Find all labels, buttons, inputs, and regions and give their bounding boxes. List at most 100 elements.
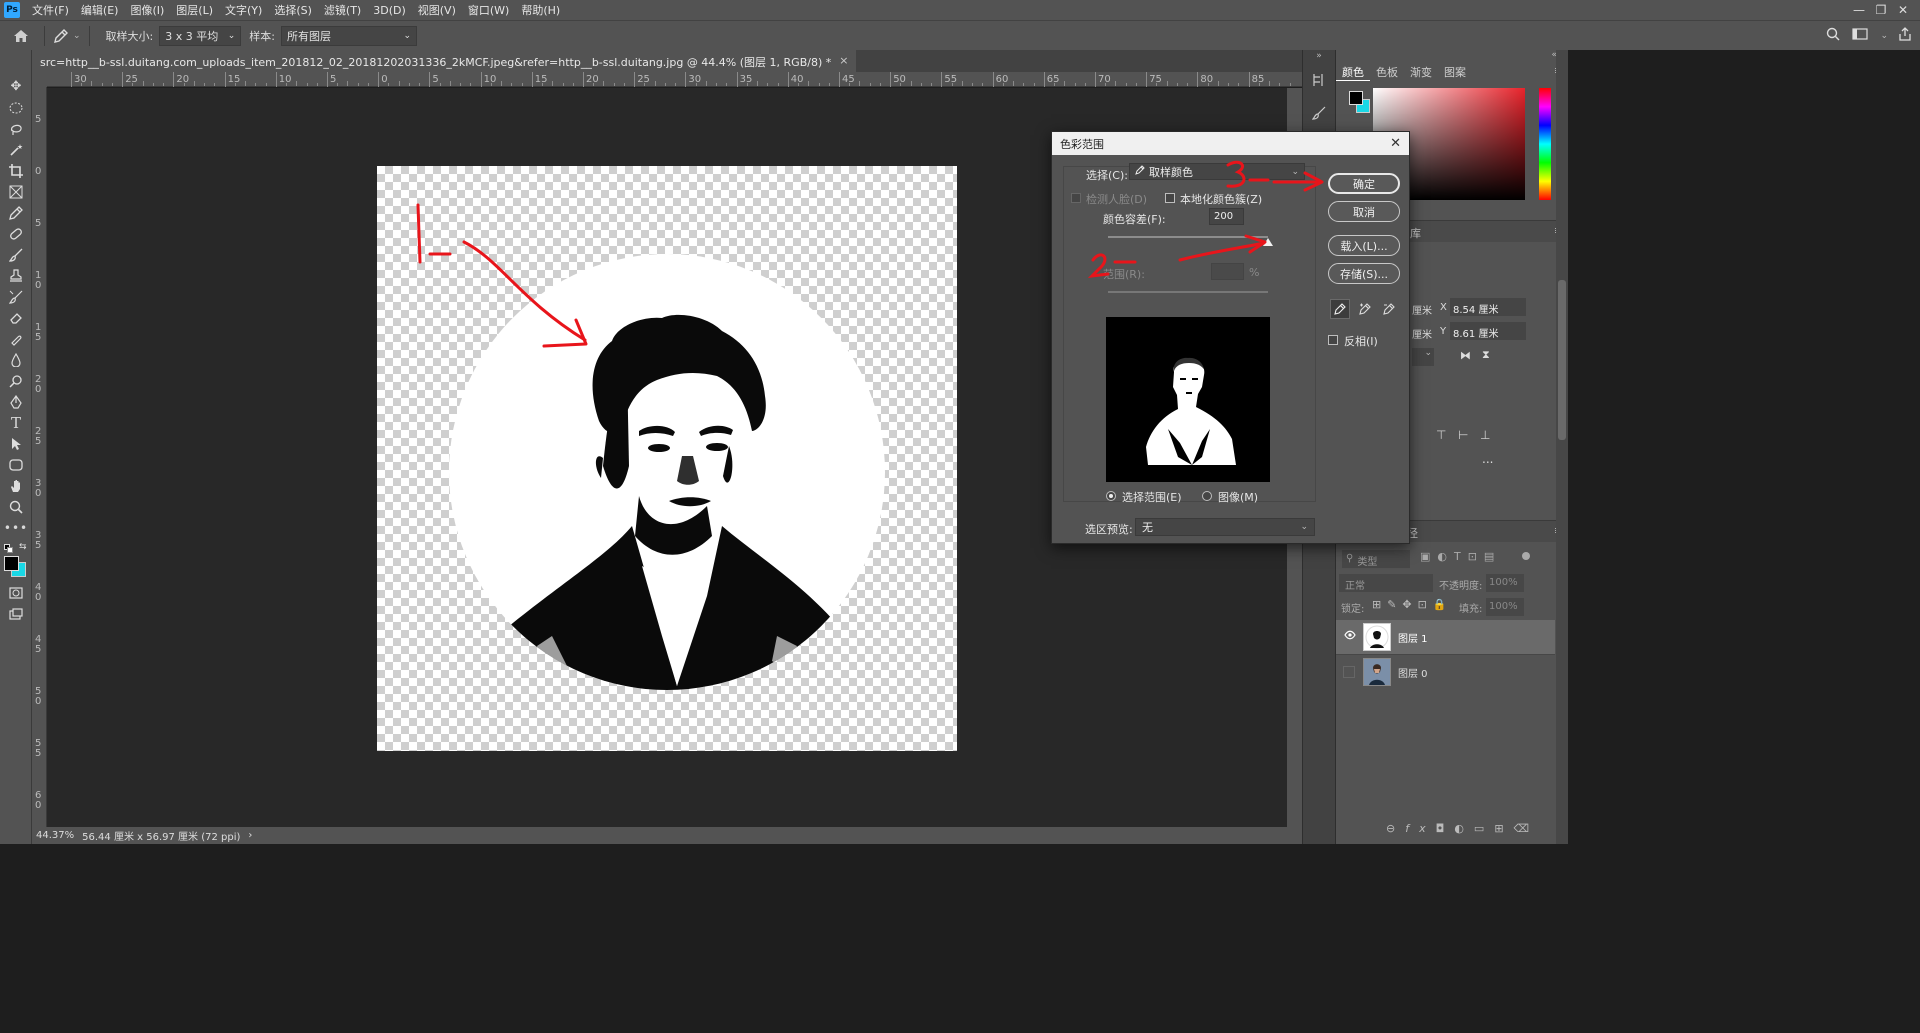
invert-checkbox[interactable]	[1328, 335, 1338, 345]
panels-scrollbar[interactable]	[1556, 50, 1568, 844]
quick-mask-icon[interactable]	[0, 582, 32, 603]
more-tools-icon[interactable]: •••	[0, 517, 32, 538]
tab-patterns[interactable]: 图案	[1438, 64, 1472, 80]
type-tool-icon[interactable]: T	[0, 412, 32, 433]
fuzziness-slider-track[interactable]	[1108, 236, 1268, 238]
radio-image-label[interactable]: 图像(M)	[1218, 489, 1258, 505]
visibility-toggle[interactable]	[1343, 666, 1355, 678]
zoom-level[interactable]: 44.37%	[36, 830, 74, 841]
menu-window[interactable]: 窗口(W)	[462, 2, 515, 18]
new-layer-icon[interactable]: ⊞	[1494, 822, 1513, 835]
search-icon[interactable]	[1826, 27, 1840, 44]
collapse-arrows-icon[interactable]: »	[1303, 51, 1335, 61]
layer-name[interactable]: 图层 0	[1398, 665, 1428, 680]
flip-horizontal-icon[interactable]: ⧓	[1460, 349, 1471, 362]
zoom-tool-icon[interactable]	[0, 496, 32, 517]
tab-color[interactable]: 颜色	[1336, 64, 1370, 81]
vertical-ruler[interactable]: 5 0 5 1 0 1 5 2 0 2 5 3 0 3 5 4 0 4 5 5 0 5 5 6 0	[32, 87, 47, 827]
opacity-field[interactable]: 100%	[1486, 574, 1524, 592]
sample-select[interactable]: 所有图层 ⌄	[280, 25, 417, 46]
blend-mode-select[interactable]: 正常	[1339, 574, 1433, 592]
minimize-button[interactable]: —	[1848, 3, 1870, 17]
crop-tool-icon[interactable]	[0, 160, 32, 181]
hue-slider[interactable]	[1539, 88, 1551, 200]
eyedropper-tool-icon[interactable]: ⌄	[53, 28, 81, 44]
layer-row[interactable]: 图层 0	[1336, 654, 1555, 688]
close-icon[interactable]: ✕	[1390, 136, 1401, 151]
healing-brush-tool-icon[interactable]	[0, 223, 32, 244]
brush-tool-icon[interactable]	[0, 244, 32, 265]
fill-field[interactable]: 100%	[1486, 598, 1524, 616]
radio-selection[interactable]	[1106, 491, 1116, 501]
menu-file[interactable]: 文件(F)	[26, 2, 75, 18]
workspace-icon[interactable]	[1852, 28, 1869, 43]
libraries-tab-fragment[interactable]: 库	[1410, 225, 1421, 241]
y-field[interactable]: 8.61 厘米	[1450, 322, 1526, 340]
save-button[interactable]: 存储(S)...	[1328, 263, 1400, 284]
load-button[interactable]: 载入(L)...	[1328, 235, 1400, 256]
horizontal-ruler[interactable]: 30 25 20 15 10 5 0 5 10 15 20 25 30 35 40 45 50 55 60 65 70 7…	[47, 72, 1302, 87]
x-field[interactable]: 8.54 厘米	[1450, 298, 1526, 316]
share-icon[interactable]	[1898, 27, 1912, 44]
dialog-titlebar[interactable]: 色彩范围 ✕	[1052, 132, 1409, 155]
restore-button[interactable]: ❐	[1870, 3, 1892, 17]
angle-select[interactable]: ⌄	[1412, 348, 1434, 366]
menu-filter[interactable]: 滤镜(T)	[318, 2, 367, 18]
rectangle-tool-icon[interactable]	[0, 454, 32, 475]
document-tab[interactable]: src=http__b-ssl.duitang.com_uploads_item…	[32, 50, 857, 72]
menu-edit[interactable]: 编辑(E)	[75, 2, 125, 18]
ok-button[interactable]: 确定	[1328, 173, 1400, 194]
trash-icon[interactable]: ⌫	[1514, 822, 1540, 835]
add-eyedropper-button[interactable]	[1355, 299, 1375, 319]
screen-mode-icon[interactable]	[0, 603, 32, 624]
menu-type[interactable]: 文字(Y)	[219, 2, 268, 18]
move-tool-icon[interactable]: ✥	[0, 76, 32, 97]
menu-select[interactable]: 选择(S)	[268, 2, 318, 18]
default-colors-icon[interactable]: ⇆	[0, 542, 31, 556]
scrollbar-thumb[interactable]	[1558, 280, 1566, 440]
hand-tool-icon[interactable]	[0, 475, 32, 496]
link-icon[interactable]: ⊖	[1386, 822, 1405, 835]
menu-layer[interactable]: 图层(L)	[170, 2, 219, 18]
dodge-tool-icon[interactable]	[0, 370, 32, 391]
lasso-tool-icon[interactable]	[0, 118, 32, 139]
layer-kind-filter[interactable]: ⚲ 类型	[1342, 550, 1410, 568]
eyedropper-tool-icon[interactable]	[0, 202, 32, 223]
eye-icon[interactable]	[1344, 629, 1356, 643]
menu-view[interactable]: 视图(V)	[412, 2, 462, 18]
gradient-tool-icon[interactable]	[0, 328, 32, 349]
foreground-color-swatch[interactable]	[4, 556, 19, 571]
adjustment-icon[interactable]: ◐	[1454, 822, 1474, 835]
menu-3d[interactable]: 3D(D)	[367, 4, 412, 17]
invert-label[interactable]: 反相(I)	[1344, 333, 1378, 349]
radio-image[interactable]	[1202, 491, 1212, 501]
color-swatches[interactable]	[0, 556, 31, 582]
brush-settings-icon[interactable]	[1311, 106, 1335, 123]
menu-image[interactable]: 图像(I)	[124, 2, 170, 18]
pen-tool-icon[interactable]	[0, 391, 32, 412]
home-icon[interactable]	[6, 21, 36, 51]
fuzziness-field[interactable]: 200	[1209, 208, 1244, 225]
selection-preview-select[interactable]: 无 ⌄	[1135, 518, 1315, 536]
eyedropper-button[interactable]	[1330, 299, 1350, 319]
path-selection-tool-icon[interactable]	[0, 433, 32, 454]
sample-size-select[interactable]: 3 x 3 平均 ⌄	[159, 25, 242, 46]
frame-tool-icon[interactable]	[0, 181, 32, 202]
radio-selection-label[interactable]: 选择范围(E)	[1122, 489, 1182, 505]
chevron-down-icon[interactable]: ⌄	[1880, 31, 1888, 41]
layer-name[interactable]: 图层 1	[1398, 630, 1428, 645]
filter-toggle-icon[interactable]	[1522, 552, 1530, 560]
fx-icon[interactable]: fx	[1405, 822, 1435, 835]
menu-help[interactable]: 帮助(H)	[515, 2, 566, 18]
marquee-tool-icon[interactable]	[0, 97, 32, 118]
history-icon[interactable]	[1312, 73, 1335, 90]
align-bottom-icon[interactable]: ⊥	[1480, 428, 1490, 442]
close-window-button[interactable]: ✕	[1892, 3, 1914, 17]
mask-icon[interactable]: ◘	[1436, 822, 1455, 835]
eraser-tool-icon[interactable]	[0, 307, 32, 328]
group-icon[interactable]: ▭	[1474, 822, 1494, 835]
select-dropdown[interactable]: 取样颜色 ⌄	[1129, 163, 1305, 180]
magic-wand-tool-icon[interactable]	[0, 139, 32, 160]
localized-clusters-label[interactable]: 本地化颜色簇(Z)	[1180, 191, 1262, 207]
cancel-button[interactable]: 取消	[1328, 201, 1400, 222]
